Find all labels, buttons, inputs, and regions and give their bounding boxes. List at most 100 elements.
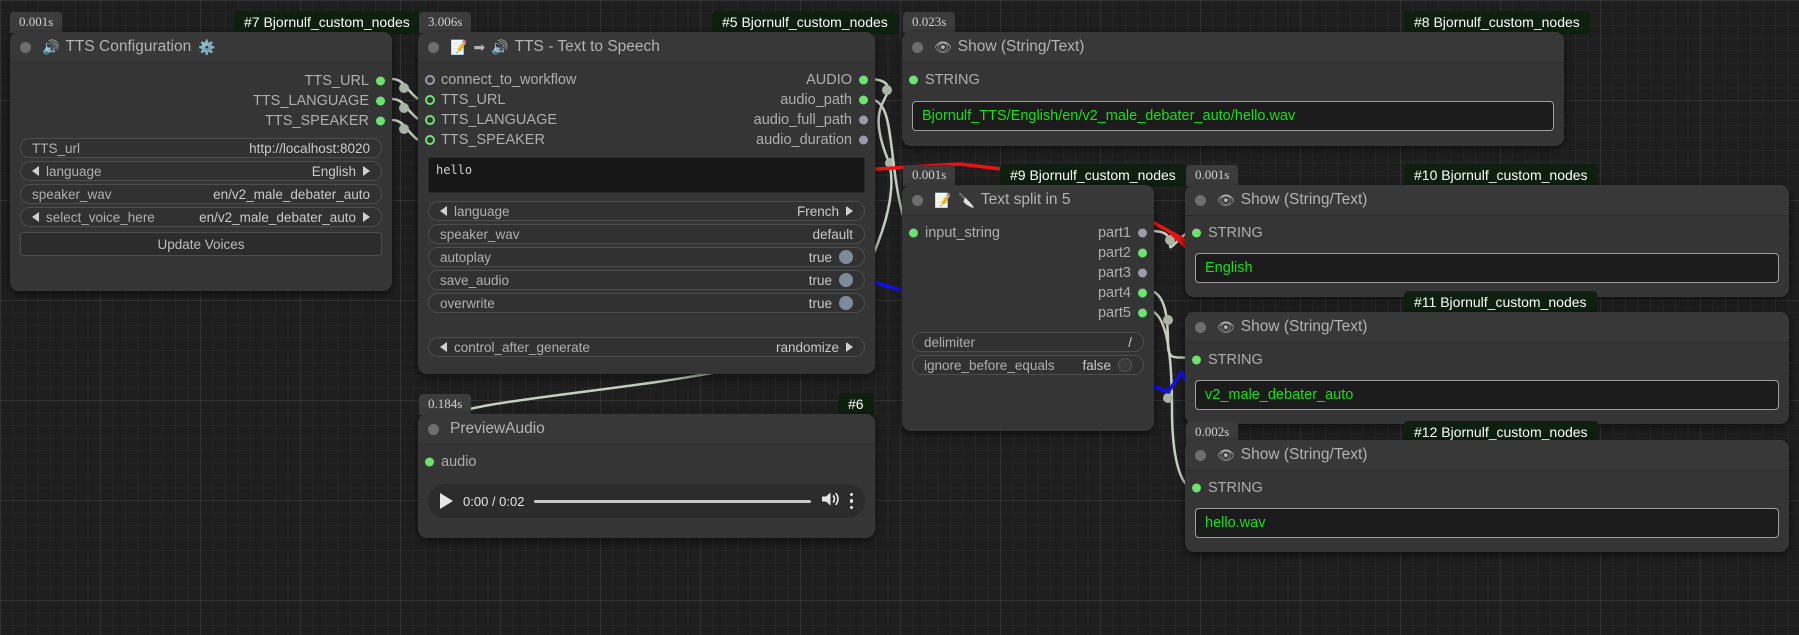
output-dot-icon[interactable] (1138, 309, 1147, 318)
toggle-knob-icon[interactable] (839, 273, 853, 287)
output-dot-icon[interactable] (1138, 269, 1147, 278)
volume-icon[interactable] (821, 491, 840, 512)
output-dot-icon[interactable] (376, 97, 385, 106)
node-title-bar[interactable]: 👁 Show (String/Text) (1185, 185, 1789, 216)
input-slot-audio[interactable]: audio (418, 452, 875, 472)
node-show-string-text-10[interactable]: 👁 Show (String/Text) STRING English (1185, 185, 1789, 297)
input-slot-tts-url[interactable]: TTS_URL audio_path (418, 90, 875, 110)
output-slot-part3[interactable]: part3 (902, 263, 1154, 283)
chevron-left-icon[interactable] (440, 206, 447, 216)
show-value-box[interactable]: Bjornulf_TTS/English/en/v2_male_debater_… (912, 101, 1554, 131)
widget-speaker-wav[interactable]: speaker_wav default (428, 224, 865, 244)
widget-save-audio[interactable]: save_audio true (428, 270, 865, 290)
update-voices-button[interactable]: Update Voices (20, 232, 382, 256)
output-dot-icon[interactable] (376, 77, 385, 86)
chevron-right-icon[interactable] (363, 212, 370, 222)
collapse-toggle-icon[interactable] (1195, 450, 1206, 461)
input-dot-icon[interactable] (1192, 356, 1201, 365)
node-title-bar[interactable]: 🔊 TTS Configuration ⚙️ (10, 32, 392, 63)
node-title-bar[interactable]: 👁 Show (String/Text) (1185, 312, 1789, 343)
node-title-bar[interactable]: PreviewAudio (418, 414, 875, 445)
show-value-box[interactable]: hello.wav (1195, 508, 1779, 538)
input-slot-string[interactable]: STRING (902, 70, 1564, 90)
audio-player[interactable]: 0:00 / 0:02 (428, 484, 865, 518)
chevron-left-icon[interactable] (32, 166, 39, 176)
chevron-right-icon[interactable] (363, 166, 370, 176)
widget-overwrite[interactable]: overwrite true (428, 293, 865, 313)
widget-delimiter[interactable]: delimiter / (912, 332, 1144, 352)
input-dot-icon[interactable] (425, 458, 434, 467)
input-slot-connect-to-workflow[interactable]: connect_to_workflow AUDIO (418, 70, 875, 90)
input-dot-icon[interactable] (909, 76, 918, 85)
collapse-toggle-icon[interactable] (1195, 195, 1206, 206)
chevron-right-icon[interactable] (846, 206, 853, 216)
audio-progress-slider[interactable] (534, 500, 810, 503)
output-dot-icon[interactable] (1138, 249, 1147, 258)
play-icon[interactable] (440, 493, 453, 509)
chevron-right-icon[interactable] (846, 342, 853, 352)
node-title-bar[interactable]: 👁 Show (String/Text) (902, 32, 1564, 63)
input-dot-icon[interactable] (425, 135, 435, 145)
output-dot-icon[interactable] (859, 76, 868, 85)
widget-tts-url[interactable]: TTS_url http://localhost:8020 (20, 138, 382, 158)
input-slot-string[interactable]: STRING (1185, 350, 1789, 370)
output-slot-part4[interactable]: part4 (902, 283, 1154, 303)
collapse-toggle-icon[interactable] (20, 42, 31, 53)
output-slot-tts-speaker[interactable]: TTS_SPEAKER (10, 111, 392, 131)
widget-language[interactable]: language English (20, 161, 382, 181)
more-options-icon[interactable] (850, 493, 854, 510)
output-dot-icon[interactable] (859, 96, 868, 105)
node-tts-text-to-speech[interactable]: 📝 ➡ 🔊 TTS - Text to Speech connect_to_wo… (418, 32, 875, 374)
toggle-knob-icon[interactable] (839, 296, 853, 310)
show-value-box[interactable]: English (1195, 253, 1779, 283)
toggle-knob-icon[interactable] (839, 250, 853, 264)
node-title-bar[interactable]: 📝 🔪 Text split in 5 (902, 185, 1154, 216)
widget-language[interactable]: language French (428, 201, 865, 221)
widget-select-voice-here[interactable]: select_voice_here en/v2_male_debater_aut… (20, 207, 382, 227)
input-dot-icon[interactable] (909, 229, 918, 238)
collapse-toggle-icon[interactable] (428, 424, 439, 435)
toggle-knob-icon[interactable] (1118, 358, 1132, 372)
output-slot-part2[interactable]: part2 (902, 243, 1154, 263)
output-dot-icon[interactable] (1138, 229, 1147, 238)
input-slot-input-string[interactable]: input_string part1 (902, 223, 1154, 243)
input-slot-string[interactable]: STRING (1185, 478, 1789, 498)
widget-value: true (809, 296, 832, 311)
input-dot-icon[interactable] (1192, 484, 1201, 493)
widget-speaker-wav[interactable]: speaker_wav en/v2_male_debater_auto (20, 184, 382, 204)
input-slot-tts-language[interactable]: TTS_LANGUAGE audio_full_path (418, 110, 875, 130)
widget-ignore-before-equals[interactable]: ignore_before_equals false (912, 355, 1144, 375)
node-title-bar[interactable]: 👁 Show (String/Text) (1185, 440, 1789, 471)
collapse-toggle-icon[interactable] (912, 42, 923, 53)
input-dot-icon[interactable] (425, 115, 435, 125)
input-dot-icon[interactable] (425, 75, 435, 85)
collapse-toggle-icon[interactable] (912, 195, 923, 206)
output-slot-part5[interactable]: part5 (902, 303, 1154, 323)
prompt-textarea[interactable]: hello (428, 157, 865, 193)
collapse-toggle-icon[interactable] (428, 42, 439, 53)
node-title-text: TTS - Text to Speech (515, 38, 660, 56)
node-tts-configuration[interactable]: 🔊 TTS Configuration ⚙️ TTS_URL TTS_LANGU… (10, 32, 392, 291)
input-dot-icon[interactable] (1192, 229, 1201, 238)
node-show-string-text-12[interactable]: 👁 Show (String/Text) STRING hello.wav (1185, 440, 1789, 552)
input-slot-tts-speaker[interactable]: TTS_SPEAKER audio_duration (418, 130, 875, 150)
node-show-string-text-8[interactable]: 👁 Show (String/Text) STRING Bjornulf_TTS… (902, 32, 1564, 146)
input-dot-icon[interactable] (425, 95, 435, 105)
output-slot-tts-url[interactable]: TTS_URL (10, 71, 392, 91)
chevron-left-icon[interactable] (32, 212, 39, 222)
node-preview-audio[interactable]: PreviewAudio audio 0:00 / 0:02 (418, 414, 875, 538)
widget-autoplay[interactable]: autoplay true (428, 247, 865, 267)
chevron-left-icon[interactable] (440, 342, 447, 352)
collapse-toggle-icon[interactable] (1195, 322, 1206, 333)
show-value-box[interactable]: v2_male_debater_auto (1195, 380, 1779, 410)
input-slot-string[interactable]: STRING (1185, 223, 1789, 243)
output-dot-icon[interactable] (859, 116, 868, 125)
widget-control-after-generate[interactable]: control_after_generate randomize (428, 337, 865, 357)
node-text-split-in-5[interactable]: 📝 🔪 Text split in 5 input_string part1 p… (902, 185, 1154, 431)
output-dot-icon[interactable] (859, 136, 868, 145)
output-dot-icon[interactable] (1138, 289, 1147, 298)
output-dot-icon[interactable] (376, 117, 385, 126)
output-slot-tts-language[interactable]: TTS_LANGUAGE (10, 91, 392, 111)
node-show-string-text-11[interactable]: 👁 Show (String/Text) STRING v2_male_deba… (1185, 312, 1789, 424)
node-title-bar[interactable]: 📝 ➡ 🔊 TTS - Text to Speech (418, 32, 875, 63)
